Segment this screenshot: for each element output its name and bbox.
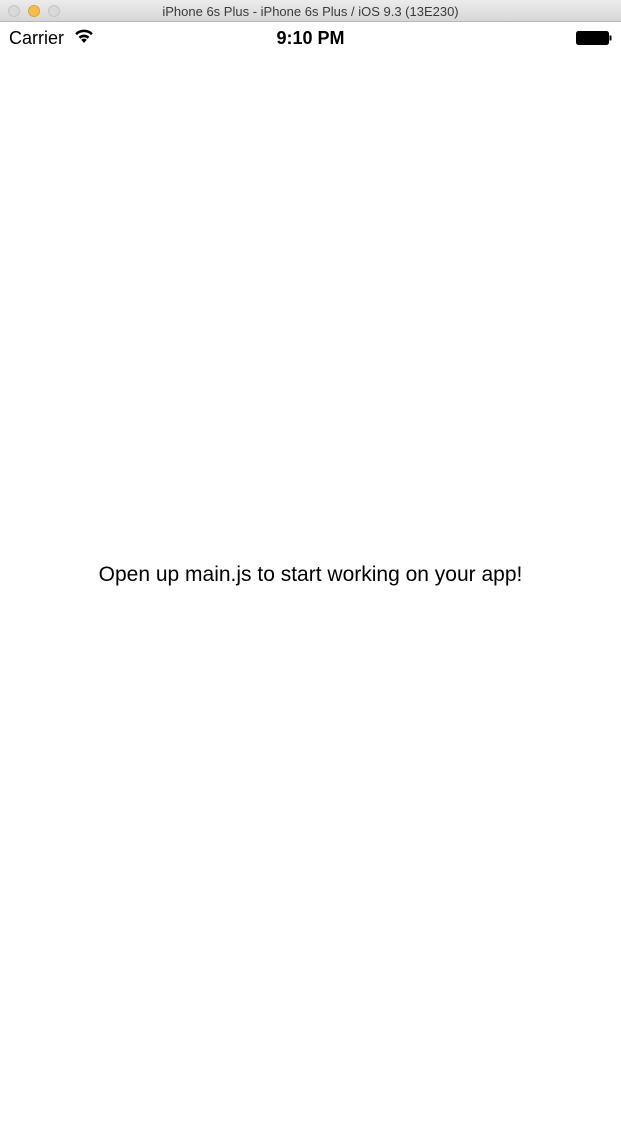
welcome-message: Open up main.js to start working on your… [98,563,523,586]
battery-icon [576,31,612,45]
window-title: iPhone 6s Plus - iPhone 6s Plus / iOS 9.… [162,4,459,19]
app-content: Open up main.js to start working on your… [0,54,621,1126]
simulator-window: iPhone 6s Plus - iPhone 6s Plus / iOS 9.… [0,0,621,1126]
ios-status-bar: Carrier 9:10 PM [0,22,621,54]
status-time: 9:10 PM [276,28,345,48]
window-title-bar[interactable]: iPhone 6s Plus - iPhone 6s Plus / iOS 9.… [0,0,621,22]
